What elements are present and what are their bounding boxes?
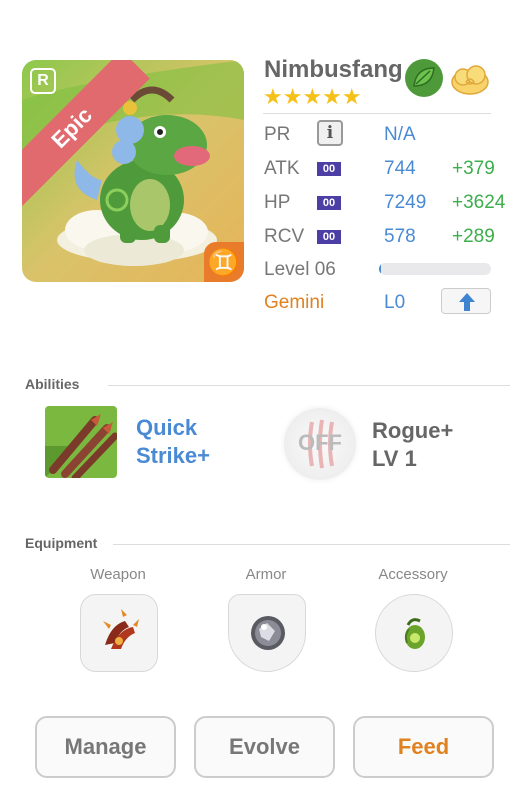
atk-plus-tag: 00 bbox=[317, 162, 341, 176]
weapon-slot[interactable] bbox=[80, 594, 158, 672]
armor-label: Armor bbox=[245, 566, 287, 583]
rarity-r-badge: R bbox=[30, 68, 56, 94]
claw-icon bbox=[103, 609, 139, 649]
passive-toggle-label: OFF bbox=[298, 430, 342, 455]
passive-ability-name[interactable]: Rogue+ LV 1 bbox=[372, 417, 453, 473]
rcv-plus-tag: 00 bbox=[317, 230, 341, 244]
atk-label: ATK bbox=[264, 158, 300, 179]
abilities-divider bbox=[108, 385, 510, 386]
accessory-slot[interactable] bbox=[375, 594, 453, 672]
leaf-icon bbox=[405, 59, 443, 97]
atk-bonus: +379 bbox=[452, 158, 495, 179]
pr-value: N/A bbox=[384, 124, 416, 145]
hp-plus-tag: 00 bbox=[317, 196, 341, 210]
hp-label: HP bbox=[264, 192, 291, 213]
pr-label: PR bbox=[264, 124, 291, 145]
level-progress-bar bbox=[379, 263, 491, 275]
feed-button[interactable]: Feed bbox=[353, 716, 494, 778]
star-rating: ★★★★★ bbox=[263, 84, 362, 109]
monster-name: Nimbusfang bbox=[264, 56, 403, 83]
evolve-button[interactable]: Evolve bbox=[194, 716, 335, 778]
rcv-value: 578 bbox=[384, 226, 416, 247]
claw-slash-icon bbox=[45, 406, 117, 478]
level-progress-fill bbox=[379, 263, 382, 275]
rcv-bonus: +289 bbox=[452, 226, 495, 247]
quick-strike-icon[interactable] bbox=[45, 406, 117, 478]
gem-icon bbox=[404, 618, 425, 649]
manage-button[interactable]: Manage bbox=[35, 716, 176, 778]
passive-ability-name-line1: Rogue+ bbox=[372, 418, 454, 443]
equipment-title: Equipment bbox=[25, 535, 98, 551]
level-label: Level 06 bbox=[264, 259, 336, 280]
orb-icon bbox=[251, 616, 285, 650]
header-divider bbox=[263, 113, 491, 114]
passive-ability-level: LV 1 bbox=[372, 446, 417, 471]
zodiac-upgrade-button[interactable] bbox=[441, 288, 491, 314]
abilities-title: Abilities bbox=[25, 376, 80, 392]
info-icon[interactable]: i bbox=[317, 120, 343, 146]
hp-value: 7249 bbox=[384, 192, 427, 213]
equipment-divider bbox=[113, 544, 510, 545]
armor-slot[interactable] bbox=[228, 594, 306, 672]
hp-bonus: +3624 bbox=[452, 192, 506, 213]
active-ability-name-line2: Strike+ bbox=[136, 443, 210, 468]
passive-ability-toggle[interactable]: OFF bbox=[284, 408, 356, 480]
cloud-icon bbox=[451, 65, 489, 95]
zodiac-level: L0 bbox=[384, 292, 406, 313]
active-ability-name-line1: Quick bbox=[136, 415, 198, 440]
atk-value: 744 bbox=[384, 158, 416, 179]
gemini-icon: ♊ bbox=[204, 242, 244, 282]
rcv-label: RCV bbox=[264, 226, 305, 247]
accessory-label: Accessory bbox=[378, 566, 448, 583]
arrow-up-icon bbox=[459, 293, 475, 311]
monster-portrait[interactable]: Epic R ♊ bbox=[22, 60, 244, 282]
weapon-label: Weapon bbox=[90, 566, 146, 583]
active-ability-name[interactable]: Quick Strike+ bbox=[136, 414, 210, 470]
zodiac-label: Gemini bbox=[264, 292, 325, 313]
